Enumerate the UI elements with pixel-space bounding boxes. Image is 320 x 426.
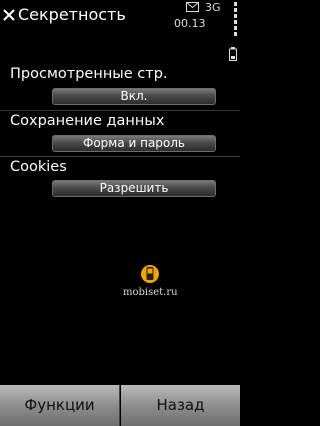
clock: 00.13 (174, 17, 206, 30)
visited-pages-button[interactable]: Вкл. (52, 88, 216, 105)
page-title: Секретность (18, 5, 126, 24)
network-indicator: 3G (205, 1, 221, 14)
divider (0, 110, 240, 111)
signal-strength-icon (234, 2, 237, 36)
options-softkey[interactable]: Функции (0, 385, 120, 426)
setting-label: Сохранение данных (10, 113, 165, 129)
softkey-bar: Функции Назад (0, 385, 240, 426)
setting-label: Просмотренные стр. (10, 66, 168, 82)
battery-icon (229, 47, 237, 61)
back-softkey[interactable]: Назад (121, 385, 240, 426)
mail-icon (186, 2, 199, 12)
title-bar: Секретность 3G 00.13 (0, 0, 240, 61)
close-icon[interactable] (2, 8, 16, 22)
cookies-button[interactable]: Разрешить (52, 180, 216, 197)
watermark-text: mobiset.ru (123, 287, 178, 298)
save-data-button[interactable]: Форма и пароль (52, 135, 216, 152)
phone-logo-icon (141, 265, 159, 283)
divider (0, 156, 240, 157)
setting-label: Cookies (10, 159, 67, 175)
